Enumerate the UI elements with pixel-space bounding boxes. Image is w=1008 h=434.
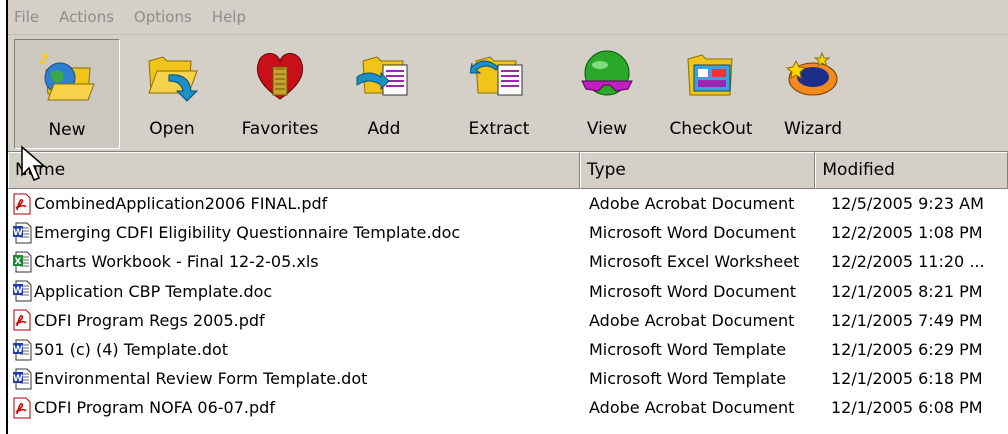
- file-modified: 12/1/2005 6:08 PM: [831, 398, 983, 418]
- open-folder-arrow-icon: [148, 56, 199, 102]
- file-modified: 12/5/2005 9:23 AM: [831, 194, 984, 214]
- file-name-cell[interactable]: W Emerging CDFI Eligibility Questionnaire…: [8, 222, 581, 244]
- favorites-label: Favorites: [241, 119, 319, 139]
- pdf-file-icon: [13, 193, 31, 215]
- svg-text:W: W: [13, 345, 23, 355]
- column-modified[interactable]: Modified: [815, 152, 1008, 189]
- open-label: Open: [149, 119, 195, 139]
- file-type: Microsoft Word Template: [589, 340, 787, 360]
- file-row[interactable]: W Application CBP Template.doc Microsoft W…: [8, 277, 1008, 306]
- file-name-cell[interactable]: W Application CBP Template.doc: [8, 280, 581, 302]
- toolbar: New Open Favorites Add Extract View Chec…: [8, 35, 1008, 153]
- file-type: Microsoft Word Document: [589, 281, 796, 301]
- menu-file[interactable]: File: [8, 8, 49, 26]
- word-file-icon: W: [13, 280, 32, 302]
- view-label: View: [586, 119, 628, 139]
- file-row[interactable]: CDFI Program NOFA 06-07.pdf Adobe Acrobat…: [8, 393, 1008, 422]
- extract-label: Extract: [468, 119, 530, 139]
- view-sunglasses-icon: [581, 50, 633, 96]
- extract-folder-icon: [470, 56, 523, 96]
- file-modified: 12/1/2005 8:21 PM: [831, 281, 983, 301]
- word-file-icon: W: [13, 339, 32, 361]
- svg-text:W: W: [13, 286, 23, 296]
- file-row[interactable]: X Charts Workbook - Final 12-2-05.xls Micr…: [8, 247, 1008, 276]
- favorites-button[interactable]: Favorites: [230, 39, 330, 149]
- file-name-cell[interactable]: CDFI Program NOFA 06-07.pdf: [8, 397, 581, 419]
- file-modified: 12/2/2005 1:08 PM: [831, 223, 983, 243]
- file-name-cell[interactable]: CDFI Program Regs 2005.pdf: [8, 309, 581, 331]
- mouse-cursor-icon: [21, 145, 47, 181]
- file-name: Charts Workbook - Final 12-2-05.xls: [34, 252, 319, 272]
- new-label: New: [48, 120, 86, 140]
- file-modified: 12/1/2005 6:18 PM: [831, 369, 983, 389]
- checkout-button[interactable]: CheckOut: [662, 39, 760, 149]
- file-type: Microsoft Word Document: [589, 223, 796, 243]
- file-name-cell[interactable]: CombinedApplication2006 FINAL.pdf: [8, 193, 581, 215]
- file-name: Environmental Review Form Template.dot: [34, 369, 368, 389]
- file-row[interactable]: CDFI Program Regs 2005.pdf Adobe Acrobat …: [8, 306, 1008, 335]
- file-name: Application CBP Template.doc: [34, 281, 273, 301]
- svg-text:W: W: [13, 228, 23, 238]
- file-row[interactable]: W Environmental Review Form Template.dot M…: [8, 364, 1008, 393]
- new-globe-folder-icon: [40, 52, 95, 101]
- menu-help[interactable]: Help: [202, 8, 256, 26]
- wizard-icon: [785, 51, 838, 96]
- file-name: Emerging CDFI Eligibility Questionnaire …: [34, 223, 461, 243]
- file-type: Adobe Acrobat Document: [589, 398, 795, 418]
- view-button[interactable]: View: [570, 39, 644, 149]
- file-type: Adobe Acrobat Document: [589, 194, 795, 214]
- wizard-button[interactable]: Wizard: [768, 39, 858, 149]
- winzip-window: File Actions Options Help New Open Favor…: [6, 0, 1008, 434]
- file-name-cell[interactable]: W 501 (c) (4) Template.dot: [8, 339, 581, 361]
- column-type[interactable]: Type: [579, 152, 816, 189]
- column-name[interactable]: Name: [8, 152, 580, 189]
- pdf-file-icon: [13, 309, 31, 331]
- file-row[interactable]: CombinedApplication2006 FINAL.pdf Adobe A…: [8, 189, 1008, 218]
- checkout-box-icon: [687, 54, 733, 96]
- file-name-cell[interactable]: X Charts Workbook - Final 12-2-05.xls: [8, 251, 581, 273]
- add-button[interactable]: Add: [344, 39, 424, 149]
- word-file-icon: W: [13, 368, 32, 390]
- open-button[interactable]: Open: [126, 39, 218, 149]
- new-button[interactable]: New: [14, 39, 120, 149]
- svg-text:W: W: [13, 374, 23, 384]
- menu-options[interactable]: Options: [124, 8, 202, 26]
- file-list: CombinedApplication2006 FINAL.pdf Adobe A…: [8, 189, 1008, 434]
- file-type: Adobe Acrobat Document: [589, 310, 795, 330]
- file-name: CDFI Program Regs 2005.pdf: [34, 310, 265, 330]
- menu-bar: File Actions Options Help: [8, 0, 1008, 35]
- extract-button[interactable]: Extract: [454, 39, 544, 149]
- file-modified: 12/1/2005 6:29 PM: [831, 340, 983, 360]
- pdf-file-icon: [13, 397, 31, 419]
- favorites-heart-icon: [256, 53, 304, 100]
- wizard-label: Wizard: [784, 119, 842, 139]
- svg-text:X: X: [15, 257, 22, 267]
- word-file-icon: W: [13, 222, 32, 244]
- menu-actions[interactable]: Actions: [49, 8, 124, 26]
- file-name: CDFI Program NOFA 06-07.pdf: [34, 398, 275, 418]
- file-row[interactable]: W 501 (c) (4) Template.dot Microsoft Word …: [8, 335, 1008, 364]
- file-type: Microsoft Excel Worksheet: [589, 252, 800, 272]
- file-type: Microsoft Word Template: [589, 369, 787, 389]
- add-folder-icon: [356, 56, 408, 96]
- add-label: Add: [367, 119, 401, 139]
- file-modified: 12/1/2005 7:49 PM: [831, 310, 983, 330]
- file-name-cell[interactable]: W Environmental Review Form Template.dot: [8, 368, 581, 390]
- excel-file-icon: X: [13, 251, 32, 273]
- file-name: CombinedApplication2006 FINAL.pdf: [34, 194, 328, 214]
- checkout-label: CheckOut: [669, 119, 753, 139]
- file-name: 501 (c) (4) Template.dot: [34, 340, 229, 360]
- file-modified: 12/2/2005 11:20 ...: [831, 252, 985, 272]
- list-header: Name Type Modified: [8, 152, 1008, 189]
- file-row[interactable]: W Emerging CDFI Eligibility Questionnaire…: [8, 218, 1008, 247]
